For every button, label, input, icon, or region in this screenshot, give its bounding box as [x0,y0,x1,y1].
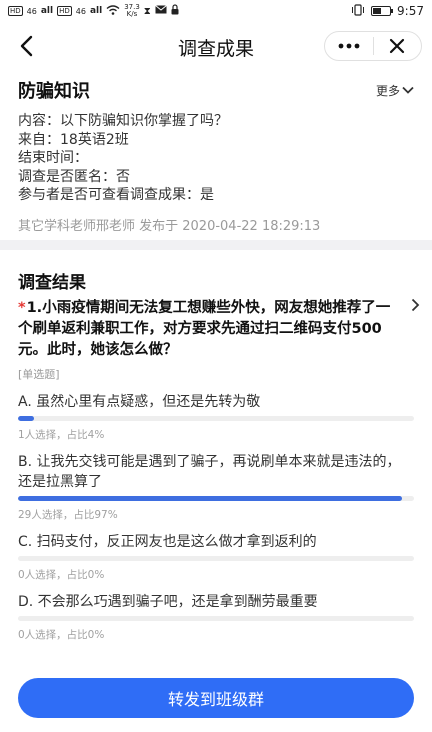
survey-source: 来自：18英语2班 [18,131,129,148]
wifi-icon [106,4,120,18]
status-bar: HD 46 all HD 46 all 37.3 K/s ⧗ 9:57 [0,0,432,22]
sim2-signal-icon: all [89,6,103,16]
status-left: HD 46 all HD 46 all 37.3 K/s ⧗ [8,4,179,18]
lock-icon [171,4,179,18]
hourglass-icon: ⧗ [143,5,151,17]
option-bar-fill [18,416,34,421]
survey-end-time: 结束时间： [18,150,88,166]
clock-time: 9:57 [397,4,424,18]
close-button[interactable] [374,32,422,60]
more-toggle[interactable]: 更多 [376,82,414,99]
back-arrow-icon [20,35,33,57]
battery-icon [371,6,394,16]
chevron-down-icon [402,86,414,94]
network-speed: 37.3 K/s [124,4,140,18]
option-stat: 1人选择，占比4% [18,429,105,441]
option-stat: 0人选择，占比0% [18,569,105,581]
vibrate-icon [351,3,365,19]
option-b: B. 让我先交钱可能是遇到了骗子，再说刷单本来就是违法的，还是拉黑算了 29人选… [18,452,414,522]
results-title: 调查结果 [18,273,86,293]
required-mark: * [18,300,26,316]
sim1-hd-badge: HD [8,6,23,16]
option-d: D. 不会那么巧遇到骗子吧，还是拿到酬劳最重要 0人选择，占比0% [18,592,414,642]
survey-results: 调查结果 *1.小雨疫情期间无法复工想赚些外快，网友想她推荐了一个刷单返利兼职工… [0,250,432,670]
sim2-hd-badge: HD [57,6,72,16]
mail-icon [154,5,167,17]
survey-anonymous: 调查是否匿名：否 [18,168,130,185]
network-speed-unit: K/s [126,10,138,18]
sim1-network-label: 46 [26,6,37,16]
close-icon [390,38,405,54]
option-bar-fill [18,496,403,501]
back-button[interactable] [8,28,44,64]
mini-program-capsule [324,31,422,61]
survey-title: 防骗知识 [18,81,90,102]
option-text: B. 让我先交钱可能是遇到了骗子，再说刷单本来就是违法的，还是拉黑算了 [18,454,401,490]
question-text: 1.小雨疫情期间无法复工想赚些外快，网友想她推荐了一个刷单返利兼职工作，对方要求… [18,300,391,358]
survey-info-card: 防骗知识 更多 内容：以下防骗知识你掌握了吗？ 来自：18英语2班 结束时间： … [0,70,432,240]
chevron-right-icon [411,298,420,312]
option-bar [18,496,414,501]
more-button[interactable] [325,32,373,60]
option-stat: 0人选择，占比0% [18,629,105,641]
more-dots-icon [338,43,360,49]
section-divider [0,240,432,250]
share-to-class-group-button[interactable]: 转发到班级群 [18,678,414,718]
option-c: C. 扫码支付，反正网友也是这么做才拿到返利的 0人选择，占比0% [18,532,414,582]
option-bar [18,556,414,561]
more-toggle-label: 更多 [375,83,400,98]
survey-info-header: 防骗知识 更多 [18,78,414,102]
publisher-info: 其它学科老师邢老师 发布于 2020-04-22 18:29:13 [18,218,321,234]
status-right: 9:57 [351,3,424,19]
sim1-signal-icon: all [40,6,54,16]
question-type: [单选题] [18,368,60,381]
battery-level [373,8,382,14]
survey-content: 内容：以下防骗知识你掌握了吗？ [18,113,228,129]
survey-details: 内容：以下防骗知识你掌握了吗？ 来自：18英语2班 结束时间： 调查是否匿名：否… [18,112,414,205]
survey-result-visibility: 参与者是否可查看调查成果：是 [18,187,214,203]
option-text: C. 扫码支付，反正网友也是这么做才拿到返利的 [18,534,317,550]
option-text: A. 虽然心里有点疑惑，但还是先转为敬 [18,394,261,410]
sim2-network-label: 46 [75,6,86,16]
option-text: D. 不会那么巧遇到骗子吧，还是拿到酬劳最重要 [18,594,318,610]
option-stat: 29人选择，占比97% [18,509,118,521]
option-a: A. 虽然心里有点疑惑，但还是先转为敬 1人选择，占比4% [18,392,414,442]
option-bar [18,416,414,421]
nav-bar: 调查成果 [0,22,432,70]
option-bar [18,616,414,621]
question-1[interactable]: *1.小雨疫情期间无法复工想赚些外快，网友想她推荐了一个刷单返利兼职工作，对方要… [18,298,420,361]
